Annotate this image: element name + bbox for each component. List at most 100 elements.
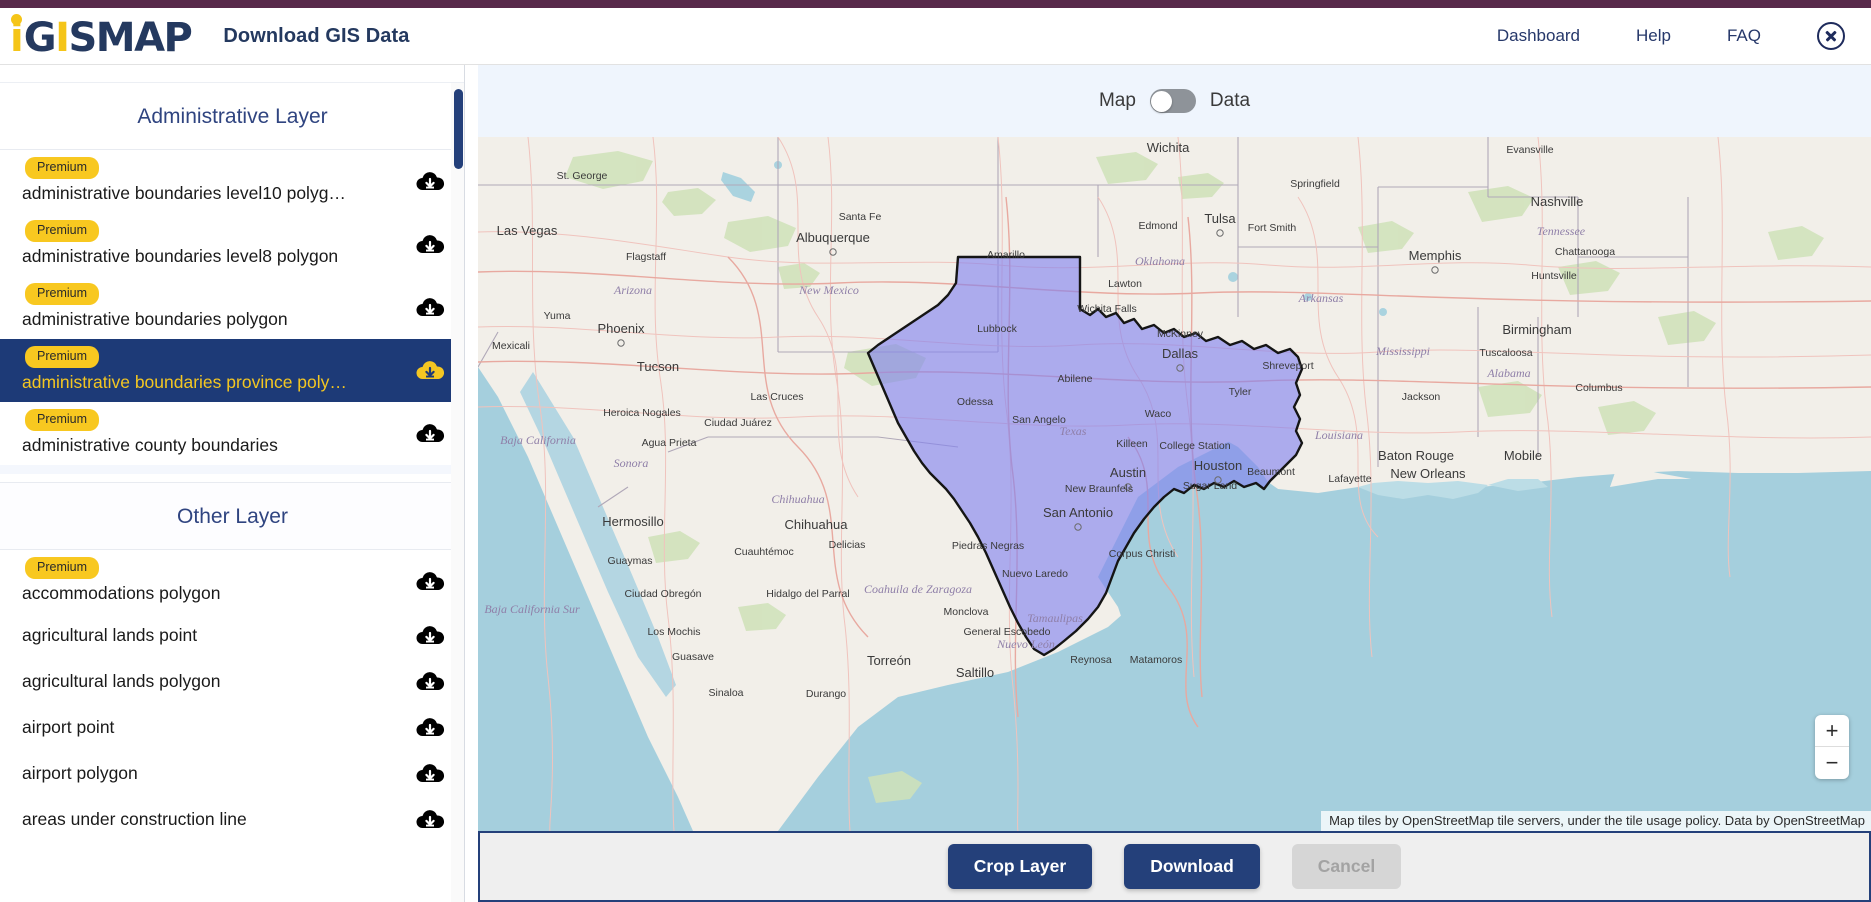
svg-text:Lafayette: Lafayette [1328, 473, 1371, 485]
layer-list-item[interactable]: Premium accommodations polygon [0, 550, 465, 613]
layer-list-item[interactable]: Premium administrative boundaries polygon [0, 276, 465, 339]
svg-text:Sonora: Sonora [614, 456, 649, 470]
cloud-download-icon[interactable] [415, 359, 445, 383]
layer-sidebar: Administrative Layer Premium administrativ… [0, 65, 465, 902]
layer-list-item[interactable]: airport point [0, 705, 465, 751]
svg-text:San Antonio: San Antonio [1043, 505, 1113, 520]
layer-list-item[interactable]: Premium administrative boundaries provinc… [0, 339, 465, 402]
cloud-download-icon[interactable] [415, 808, 445, 832]
layer-list-item[interactable]: Premium administrative boundaries level10… [0, 150, 465, 213]
svg-text:Nuevo León: Nuevo León [996, 637, 1055, 651]
svg-text:Mississippi: Mississippi [1375, 344, 1430, 358]
svg-text:Arizona: Arizona [613, 283, 652, 297]
svg-text:Tucson: Tucson [637, 359, 679, 374]
crop-layer-button[interactable]: Crop Layer [947, 844, 1093, 889]
svg-text:Tamaulipas: Tamaulipas [1027, 611, 1083, 625]
svg-text:Durango: Durango [806, 688, 846, 700]
layer-text-column: Premium administrative boundaries level10… [22, 151, 401, 211]
svg-text:Columbus: Columbus [1575, 382, 1622, 394]
svg-text:General Escobedo: General Escobedo [964, 626, 1051, 638]
close-circle-icon[interactable] [1817, 22, 1845, 50]
layer-text-column: areas under construction line [22, 802, 401, 838]
svg-text:Edmond: Edmond [1138, 220, 1177, 232]
layer-text-column: agricultural lands polygon [22, 664, 401, 700]
layer-list: Administrative Layer Premium administrativ… [0, 83, 465, 843]
svg-text:Delicias: Delicias [829, 539, 866, 551]
svg-text:Hidalgo del Parral: Hidalgo del Parral [766, 588, 849, 600]
svg-text:Memphis: Memphis [1409, 248, 1462, 263]
section-spacer [0, 465, 465, 474]
cloud-download-icon[interactable] [415, 624, 445, 648]
svg-text:Springfield: Springfield [1290, 178, 1340, 190]
cloud-download-icon[interactable] [415, 716, 445, 740]
layer-list-item[interactable]: airport polygon [0, 751, 465, 797]
nav-item-help[interactable]: Help [1636, 26, 1671, 46]
map-zoom-controls: + − [1815, 715, 1849, 779]
svg-text:Monclova: Monclova [944, 606, 989, 618]
svg-text:Corpus Christi: Corpus Christi [1109, 548, 1176, 560]
svg-text:Coahuila de Zaragoza: Coahuila de Zaragoza [864, 582, 972, 596]
nav-item-dashboard[interactable]: Dashboard [1497, 26, 1580, 46]
svg-text:Lawton: Lawton [1108, 278, 1142, 290]
sidebar-scrollbar-track[interactable] [451, 83, 465, 902]
cloud-download-icon[interactable] [415, 296, 445, 320]
map-panel: Map Data .city { font-family: "Liberatio… [478, 65, 1871, 902]
svg-text:Baja California: Baja California [500, 433, 576, 447]
sidebar-scrollbar-thumb[interactable] [454, 89, 463, 169]
toggle-label-data: Data [1209, 90, 1251, 111]
svg-text:Jackson: Jackson [1402, 391, 1441, 403]
layer-list-item[interactable]: areas under construction line [0, 797, 465, 843]
sidebar-scroll-area[interactable]: Administrative Layer Premium administrativ… [0, 83, 465, 902]
layer-name: administrative boundaries polygon [22, 308, 288, 329]
cloud-download-icon[interactable] [415, 570, 445, 594]
layer-text-column: Premium administrative boundaries level8 … [22, 214, 401, 274]
cloud-download-icon[interactable] [415, 670, 445, 694]
svg-text:New Braunfels: New Braunfels [1065, 483, 1133, 495]
svg-text:Dallas: Dallas [1162, 346, 1199, 361]
nav-item-faq[interactable]: FAQ [1727, 26, 1761, 46]
layer-list-item[interactable]: agricultural lands point [0, 613, 465, 659]
cloud-download-icon[interactable] [415, 762, 445, 786]
svg-text:Houston: Houston [1194, 458, 1242, 473]
svg-text:New Orleans: New Orleans [1390, 466, 1466, 481]
layer-text-column: Premium administrative boundaries polygon [22, 277, 401, 337]
zoom-out-button[interactable]: − [1815, 747, 1849, 779]
cloud-download-icon[interactable] [415, 422, 445, 446]
svg-text:Matamoros: Matamoros [1130, 654, 1183, 666]
map-canvas[interactable]: .city { font-family: "Liberation Sans", … [478, 137, 1871, 831]
layer-list-item[interactable]: Premium administrative boundaries level8 … [0, 213, 465, 276]
brand-logo[interactable]: i G I SMAP [10, 8, 193, 64]
svg-text:Ciudad Juárez: Ciudad Juárez [704, 417, 772, 429]
svg-text:Amarillo: Amarillo [987, 249, 1025, 261]
layer-text-column: airport point [22, 710, 401, 746]
map-data-toggle[interactable] [1149, 89, 1196, 113]
svg-text:Shreveport: Shreveport [1262, 360, 1313, 372]
layer-name: administrative boundaries level10 polyg… [22, 182, 346, 203]
layer-name: agricultural lands polygon [22, 671, 221, 692]
layer-list-item[interactable]: Premium administrative county boundaries [0, 402, 465, 465]
cloud-download-icon[interactable] [415, 170, 445, 194]
layer-name: accommodations polygon [22, 582, 221, 603]
download-button[interactable]: Download [1124, 844, 1260, 889]
svg-text:Torreón: Torreón [867, 653, 911, 668]
svg-text:Sugar Land: Sugar Land [1183, 480, 1237, 492]
svg-text:Arkansas: Arkansas [1298, 291, 1344, 305]
layer-name: areas under construction line [22, 809, 247, 830]
svg-text:Wichita: Wichita [1147, 140, 1190, 155]
section-header-other-layer: Other Layer [0, 482, 465, 550]
logo-letter-g: G [23, 15, 57, 61]
cancel-button: Cancel [1291, 844, 1402, 889]
premium-badge: Premium [25, 157, 100, 179]
zoom-in-button[interactable]: + [1815, 715, 1849, 747]
logo-letters-smap: SMAP [68, 15, 192, 61]
svg-text:Oklahoma: Oklahoma [1135, 254, 1185, 268]
svg-text:Tyler: Tyler [1229, 386, 1252, 398]
svg-text:Chattanooga: Chattanooga [1555, 246, 1615, 258]
svg-text:Albuquerque: Albuquerque [796, 230, 870, 245]
svg-text:Tennessee: Tennessee [1537, 224, 1586, 238]
layer-list-item[interactable]: agricultural lands polygon [0, 659, 465, 705]
cloud-download-icon[interactable] [415, 233, 445, 257]
sidebar-top-strip [0, 65, 465, 83]
svg-text:Heroica Nogales: Heroica Nogales [603, 407, 681, 419]
premium-badge: Premium [25, 557, 100, 579]
